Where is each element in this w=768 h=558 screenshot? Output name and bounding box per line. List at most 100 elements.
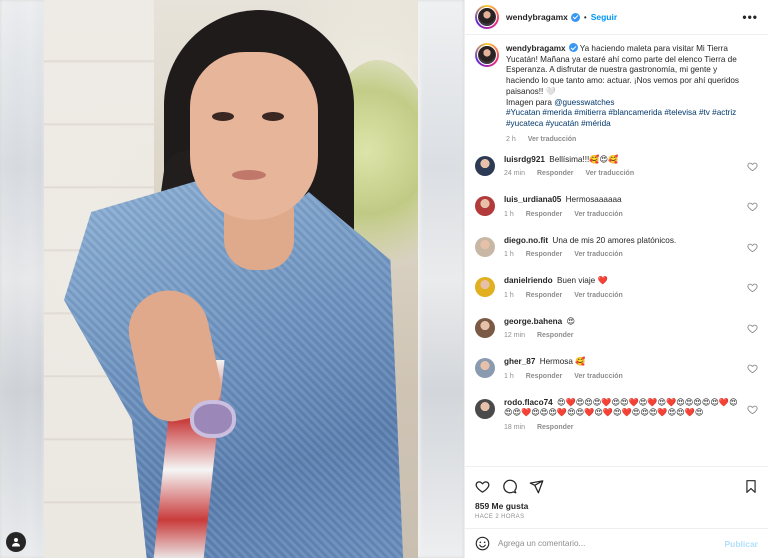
comment-avatar[interactable]: [475, 358, 495, 379]
comment-time: 12 min: [504, 332, 526, 340]
reply-button[interactable]: Responder: [526, 373, 563, 380]
verified-icon: [568, 43, 578, 52]
comment-meta: 1 h Responder Ver traducción: [504, 211, 747, 218]
comment-meta: 12 min Responder: [504, 332, 747, 339]
comment-avatar[interactable]: [475, 398, 495, 419]
like-comment-icon[interactable]: [747, 363, 758, 374]
post-header: wendybragamx • Seguir •••: [465, 0, 768, 35]
comment-text: danielriendo Buen viaje ❤️: [504, 276, 739, 287]
comment-meta: 1 h Responder Ver traducción: [504, 251, 747, 258]
see-translation-link[interactable]: Ver traducción: [574, 292, 623, 299]
comment-item: danielriendo Buen viaje ❤️ 1 h Responder…: [475, 276, 758, 317]
comment-avatar[interactable]: [475, 236, 495, 257]
see-translation-link[interactable]: Ver traducción: [574, 251, 623, 258]
comment-item: george.bahena 😍 12 min Responder: [475, 317, 758, 358]
see-translation-link[interactable]: Ver traducción: [528, 136, 577, 143]
comment-icon[interactable]: [502, 479, 517, 494]
comment-meta: 18 min Responder: [504, 424, 747, 431]
separator-dot: •: [583, 12, 587, 22]
comment-text: george.bahena 😍: [504, 317, 739, 328]
comment-time: 1 h: [504, 210, 514, 218]
comment-username[interactable]: diego.no.fit: [504, 236, 548, 245]
reply-button[interactable]: Responder: [526, 211, 563, 218]
reply-button[interactable]: Responder: [537, 170, 574, 177]
user-tag-icon[interactable]: [6, 532, 26, 552]
follow-button[interactable]: Seguir: [591, 12, 617, 22]
comment-username[interactable]: danielriendo: [504, 276, 553, 285]
comment-item: luisrdg921 Bellísima!!!🥰😍🥰 24 min Respon…: [475, 155, 758, 196]
caption-username[interactable]: wendybragamx: [506, 44, 566, 53]
comment-avatar[interactable]: [475, 277, 495, 298]
heart-icon[interactable]: [475, 479, 490, 494]
comment-message: 😍: [566, 316, 576, 326]
comment-time: 1 h: [504, 251, 514, 259]
comment-meta: 1 h Responder Ver traducción: [504, 292, 747, 299]
comment-time: 1 h: [504, 291, 514, 299]
comment-list: luisrdg921 Bellísima!!!🥰😍🥰 24 min Respon…: [475, 155, 758, 454]
reply-button[interactable]: Responder: [537, 424, 574, 431]
post-media[interactable]: [0, 0, 464, 558]
comment-meta: 1 h Responder Ver traducción: [504, 373, 747, 380]
caption-credit: Imagen para: [506, 97, 555, 107]
caption: wendybragamx Ya haciendo maleta para vis…: [475, 43, 758, 143]
caption-mention-link[interactable]: @guesswatches: [554, 98, 614, 107]
post-photo[interactable]: [44, 0, 418, 558]
caption-hashtags[interactable]: #Yucatan #merida #mitierra #blancamerida…: [506, 108, 736, 128]
comment-avatar[interactable]: [475, 196, 495, 217]
bookmark-icon[interactable]: [744, 479, 758, 494]
comment-text: diego.no.fit Una de mis 20 amores platón…: [504, 236, 739, 247]
more-options-icon[interactable]: •••: [742, 10, 758, 24]
caption-meta: 2 h Ver traducción: [506, 136, 751, 143]
comment-text: rodo.flaco74 😍❤️😍😍😍❤️😍😍❤️😍❤️😍❤️😍😍😍😍😍❤️😍😍…: [504, 398, 739, 419]
avatar[interactable]: [475, 5, 499, 29]
see-translation-link[interactable]: Ver traducción: [574, 373, 623, 380]
comment-item: diego.no.fit Una de mis 20 amores platón…: [475, 236, 758, 277]
comment-avatar[interactable]: [475, 155, 495, 176]
like-comment-icon[interactable]: [747, 404, 758, 415]
emoji-icon[interactable]: [475, 536, 490, 551]
post-username[interactable]: wendybragamx: [506, 12, 568, 22]
comment-text: gher_87 Hermosa 🥰: [504, 357, 739, 368]
comment-meta: 24 min Responder Ver traducción: [504, 170, 747, 177]
post-time: HACE 2 HORAS: [475, 514, 525, 520]
comment-username[interactable]: gher_87: [504, 357, 535, 366]
add-comment-bar: Agrega un comentario... Publicar: [465, 528, 768, 558]
publish-button[interactable]: Publicar: [724, 539, 758, 549]
comment-time: 18 min: [504, 423, 526, 431]
caption-time: 2 h: [506, 135, 516, 143]
comment-item: luis_urdiana05 Hermosaaaaaa 1 h Responde…: [475, 195, 758, 236]
like-comment-icon[interactable]: [747, 201, 758, 212]
comments-section[interactable]: wendybragamx Ya haciendo maleta para vis…: [465, 35, 768, 466]
verified-icon: [570, 12, 580, 22]
comment-message: Buen viaje ❤️: [556, 276, 608, 286]
comment-username[interactable]: george.bahena: [504, 317, 562, 326]
like-comment-icon[interactable]: [747, 323, 758, 334]
comment-time: 1 h: [504, 372, 514, 380]
likes-count[interactable]: 859 Me gusta: [475, 501, 758, 511]
comment-input[interactable]: Agrega un comentario...: [498, 539, 724, 548]
comment-username[interactable]: luis_urdiana05: [504, 195, 561, 204]
comment-avatar[interactable]: [475, 317, 495, 338]
comment-time: 24 min: [504, 170, 526, 178]
comment-item: rodo.flaco74 😍❤️😍😍😍❤️😍😍❤️😍❤️😍❤️😍😍😍😍😍❤️😍😍…: [475, 398, 758, 454]
like-comment-icon[interactable]: [747, 242, 758, 253]
like-comment-icon[interactable]: [747, 161, 758, 172]
comment-message: Una de mis 20 amores platónicos.: [552, 235, 677, 245]
caption-text: wendybragamx Ya haciendo maleta para vis…: [506, 43, 751, 130]
reply-button[interactable]: Responder: [526, 251, 563, 258]
comment-message: Bellísima!!!🥰😍🥰: [549, 154, 619, 164]
share-icon[interactable]: [529, 479, 544, 494]
like-comment-icon[interactable]: [747, 282, 758, 293]
comment-message: Hermosa 🥰: [539, 357, 586, 367]
comment-message: Hermosaaaaaa: [565, 195, 622, 205]
post-panel: wendybragamx • Seguir ••• wendybragamx Y…: [464, 0, 768, 558]
see-translation-link[interactable]: Ver traducción: [574, 211, 623, 218]
comment-username[interactable]: rodo.flaco74: [504, 398, 553, 407]
comment-username[interactable]: luisrdg921: [504, 155, 545, 164]
comment-text: luis_urdiana05 Hermosaaaaaa: [504, 195, 739, 206]
reply-button[interactable]: Responder: [537, 332, 574, 339]
avatar[interactable]: [475, 43, 499, 67]
reply-button[interactable]: Responder: [526, 292, 563, 299]
see-translation-link[interactable]: Ver traducción: [585, 170, 634, 177]
comment-item: gher_87 Hermosa 🥰 1 h Responder Ver trad…: [475, 357, 758, 398]
